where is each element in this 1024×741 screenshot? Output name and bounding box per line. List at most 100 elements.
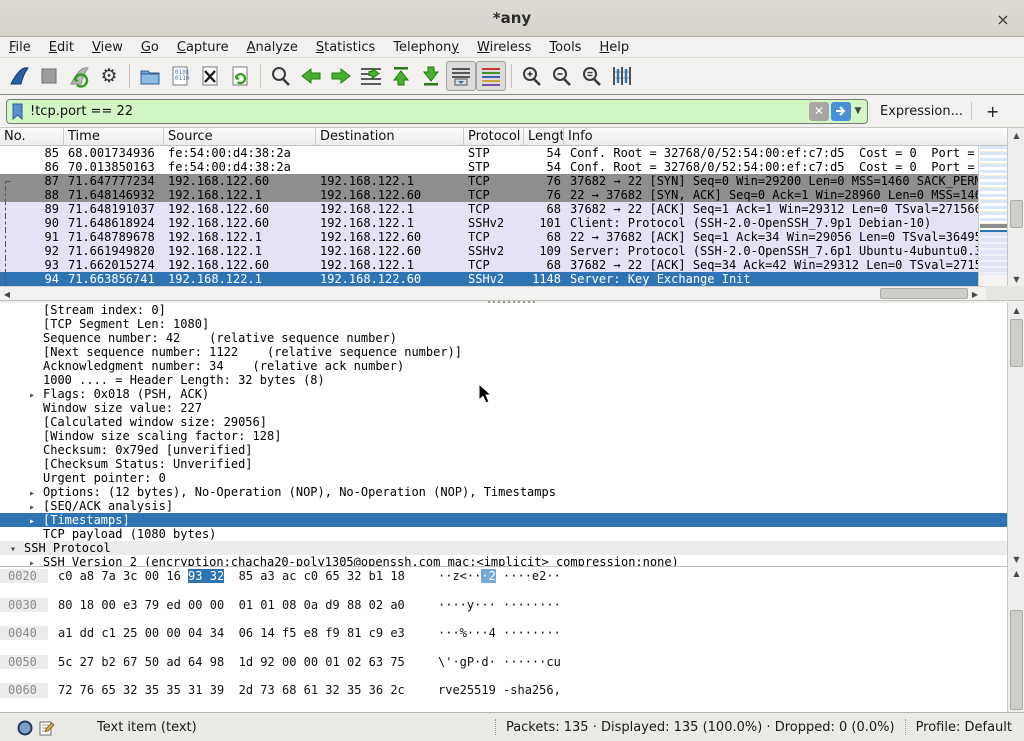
scroll-down-icon[interactable]: ▼ — [1008, 272, 1024, 286]
detail-row[interactable]: 1000 .... = Header Length: 32 bytes (8) — [0, 373, 1007, 387]
go-forward-icon[interactable] — [326, 61, 356, 91]
resize-columns-icon[interactable] — [607, 61, 637, 91]
col-protocol[interactable]: Protocol — [464, 128, 524, 146]
packet-row[interactable]: 8971.648191037192.168.122.60192.168.122.… — [0, 202, 978, 216]
capture-comment-icon[interactable] — [39, 720, 55, 736]
zoom-out-icon[interactable] — [547, 61, 577, 91]
detail-row[interactable]: [Stream index: 0] — [0, 303, 1007, 317]
hex-row[interactable]: 0040a1 dd c1 25 00 00 04 34 06 14 f5 e8 … — [0, 626, 1007, 640]
colorize-packets-icon[interactable] — [476, 61, 506, 91]
start-capture-icon[interactable] — [4, 61, 34, 91]
capture-options-icon[interactable]: ⚙ — [94, 61, 124, 91]
menu-analyze[interactable]: Analyze — [238, 39, 307, 56]
menu-telephony[interactable]: Telephony — [384, 39, 468, 56]
scroll-left-icon[interactable]: ◀ — [0, 287, 14, 301]
packet-row[interactable]: 8871.648146932192.168.122.1192.168.122.6… — [0, 188, 978, 202]
go-last-packet-icon[interactable] — [416, 61, 446, 91]
menu-edit[interactable]: Edit — [40, 39, 83, 56]
close-window-icon[interactable]: × — [992, 8, 1014, 30]
scroll-thumb[interactable] — [1010, 200, 1023, 228]
packet-row[interactable]: 9071.648618924192.168.122.60192.168.122.… — [0, 216, 978, 230]
detail-row[interactable]: Checksum: 0x79ed [unverified] — [0, 443, 1007, 457]
scroll-thumb[interactable] — [1010, 319, 1023, 367]
menu-capture[interactable]: Capture — [168, 39, 238, 56]
status-profile[interactable]: Profile: Default — [916, 720, 1012, 735]
clear-filter-icon[interactable]: ✕ — [809, 102, 829, 121]
scroll-up-icon[interactable]: ▲ — [1008, 128, 1024, 142]
packet-row[interactable]: 9171.648789678192.168.122.1192.168.122.6… — [0, 230, 978, 244]
expander-icon[interactable]: ▸ — [29, 557, 43, 566]
col-time[interactable]: Time — [64, 128, 164, 146]
detail-row[interactable]: ▸[SEQ/ACK analysis] — [0, 499, 1007, 513]
packet-list-hscrollbar[interactable]: ◀ ▶ — [0, 286, 986, 300]
packet-list-minimap[interactable] — [978, 146, 1007, 286]
stop-capture-icon[interactable] — [34, 61, 64, 91]
hex-vscrollbar[interactable]: ▲ — [1007, 566, 1024, 712]
col-length[interactable]: Length — [524, 128, 564, 146]
detail-row[interactable]: Window size value: 227 — [0, 401, 1007, 415]
scroll-right-icon[interactable]: ▶ — [968, 287, 982, 301]
menu-file[interactable]: File — [0, 39, 40, 56]
detail-row[interactable]: Sequence number: 42 (relative sequence n… — [0, 331, 1007, 345]
apply-filter-icon[interactable] — [831, 102, 851, 121]
packet-list-vscrollbar[interactable]: ▲ ▼ — [1007, 128, 1024, 286]
scroll-thumb[interactable] — [880, 288, 968, 299]
detail-row[interactable]: ▾SSH Protocol — [0, 541, 1007, 555]
menu-tools[interactable]: Tools — [540, 39, 590, 56]
scroll-up-icon[interactable]: ▲ — [1008, 566, 1024, 580]
hex-row[interactable]: 0020c0 a8 7a 3c 00 16 93 32 85 a3 ac c0 … — [0, 569, 1007, 583]
detail-row[interactable]: ▸SSH Version 2 (encryption:chacha20-poly… — [0, 555, 1007, 566]
filter-history-icon[interactable]: ▼ — [851, 106, 865, 116]
packet-row[interactable]: 8670.013850163fe:54:00:d4:38:2aSTP54Conf… — [0, 160, 978, 174]
save-file-icon[interactable]: 01010110 — [165, 61, 195, 91]
detail-row[interactable]: [Window size scaling factor: 128] — [0, 429, 1007, 443]
zoom-in-icon[interactable] — [517, 61, 547, 91]
menu-help[interactable]: Help — [590, 39, 638, 56]
detail-row[interactable]: [Calculated window size: 29056] — [0, 415, 1007, 429]
detail-row[interactable]: ▸Flags: 0x018 (PSH, ACK) — [0, 387, 1007, 401]
detail-row[interactable]: Urgent pointer: 0 — [0, 471, 1007, 485]
packet-row[interactable]: 8568.001734936fe:54:00:d4:38:2aSTP54Conf… — [0, 146, 978, 160]
detail-vscrollbar[interactable]: ▲ ▼ — [1007, 303, 1024, 566]
auto-scroll-icon[interactable] — [446, 61, 476, 91]
display-filter-input[interactable]: !tcp.port == 22 ✕ ▼ — [6, 99, 868, 124]
scroll-up-icon[interactable]: ▲ — [1008, 303, 1024, 317]
open-file-icon[interactable] — [135, 61, 165, 91]
expression-button[interactable]: Expression... — [880, 104, 963, 119]
detail-row[interactable]: [Next sequence number: 1122 (relative se… — [0, 345, 1007, 359]
menu-wireless[interactable]: Wireless — [468, 39, 540, 56]
reload-file-icon[interactable] — [225, 61, 255, 91]
menu-view[interactable]: View — [83, 39, 132, 56]
detail-row[interactable]: Acknowledgment number: 34 (relative ack … — [0, 359, 1007, 373]
restart-capture-icon[interactable] — [64, 61, 94, 91]
detail-row[interactable]: [TCP Segment Len: 1080] — [0, 317, 1007, 331]
go-to-packet-icon[interactable] — [356, 61, 386, 91]
packet-row[interactable]: 9271.661949820192.168.122.1192.168.122.6… — [0, 244, 978, 258]
zoom-original-icon[interactable] — [577, 61, 607, 91]
hex-row[interactable]: 006072 76 65 32 35 35 31 39 2d 73 68 61 … — [0, 683, 1007, 697]
add-filter-button[interactable]: + — [980, 102, 1005, 121]
col-destination[interactable]: Destination — [316, 128, 464, 146]
expert-info-icon[interactable] — [17, 720, 33, 736]
menu-go[interactable]: Go — [132, 39, 168, 56]
detail-row[interactable]: ▸[Timestamps] — [0, 513, 1007, 527]
close-file-icon[interactable] — [195, 61, 225, 91]
col-no[interactable]: No. — [0, 128, 64, 146]
packet-row[interactable]: 8771.647777234192.168.122.60192.168.122.… — [0, 174, 978, 188]
detail-row[interactable]: ▸Options: (12 bytes), No-Operation (NOP)… — [0, 485, 1007, 499]
detail-row[interactable]: [Checksum Status: Unverified] — [0, 457, 1007, 471]
scroll-down-icon[interactable]: ▼ — [1008, 552, 1024, 566]
filter-bookmark-icon[interactable] — [11, 103, 25, 120]
find-packet-icon[interactable] — [266, 61, 296, 91]
scroll-thumb[interactable] — [1010, 610, 1023, 710]
packet-row[interactable]: 9371.662015274192.168.122.60192.168.122.… — [0, 258, 978, 272]
col-info[interactable]: Info — [564, 128, 1007, 146]
go-first-packet-icon[interactable] — [386, 61, 416, 91]
detail-row[interactable]: TCP payload (1080 bytes) — [0, 527, 1007, 541]
hex-row[interactable]: 00505c 27 b2 67 50 ad 64 98 1d 92 00 00 … — [0, 655, 1007, 669]
menu-statistics[interactable]: Statistics — [307, 39, 384, 56]
hex-row[interactable]: 003080 18 00 e3 79 ed 00 00 01 01 08 0a … — [0, 598, 1007, 612]
go-back-icon[interactable] — [296, 61, 326, 91]
col-source[interactable]: Source — [164, 128, 316, 146]
packet-row[interactable]: 9471.663856741192.168.122.1192.168.122.6… — [0, 272, 978, 286]
